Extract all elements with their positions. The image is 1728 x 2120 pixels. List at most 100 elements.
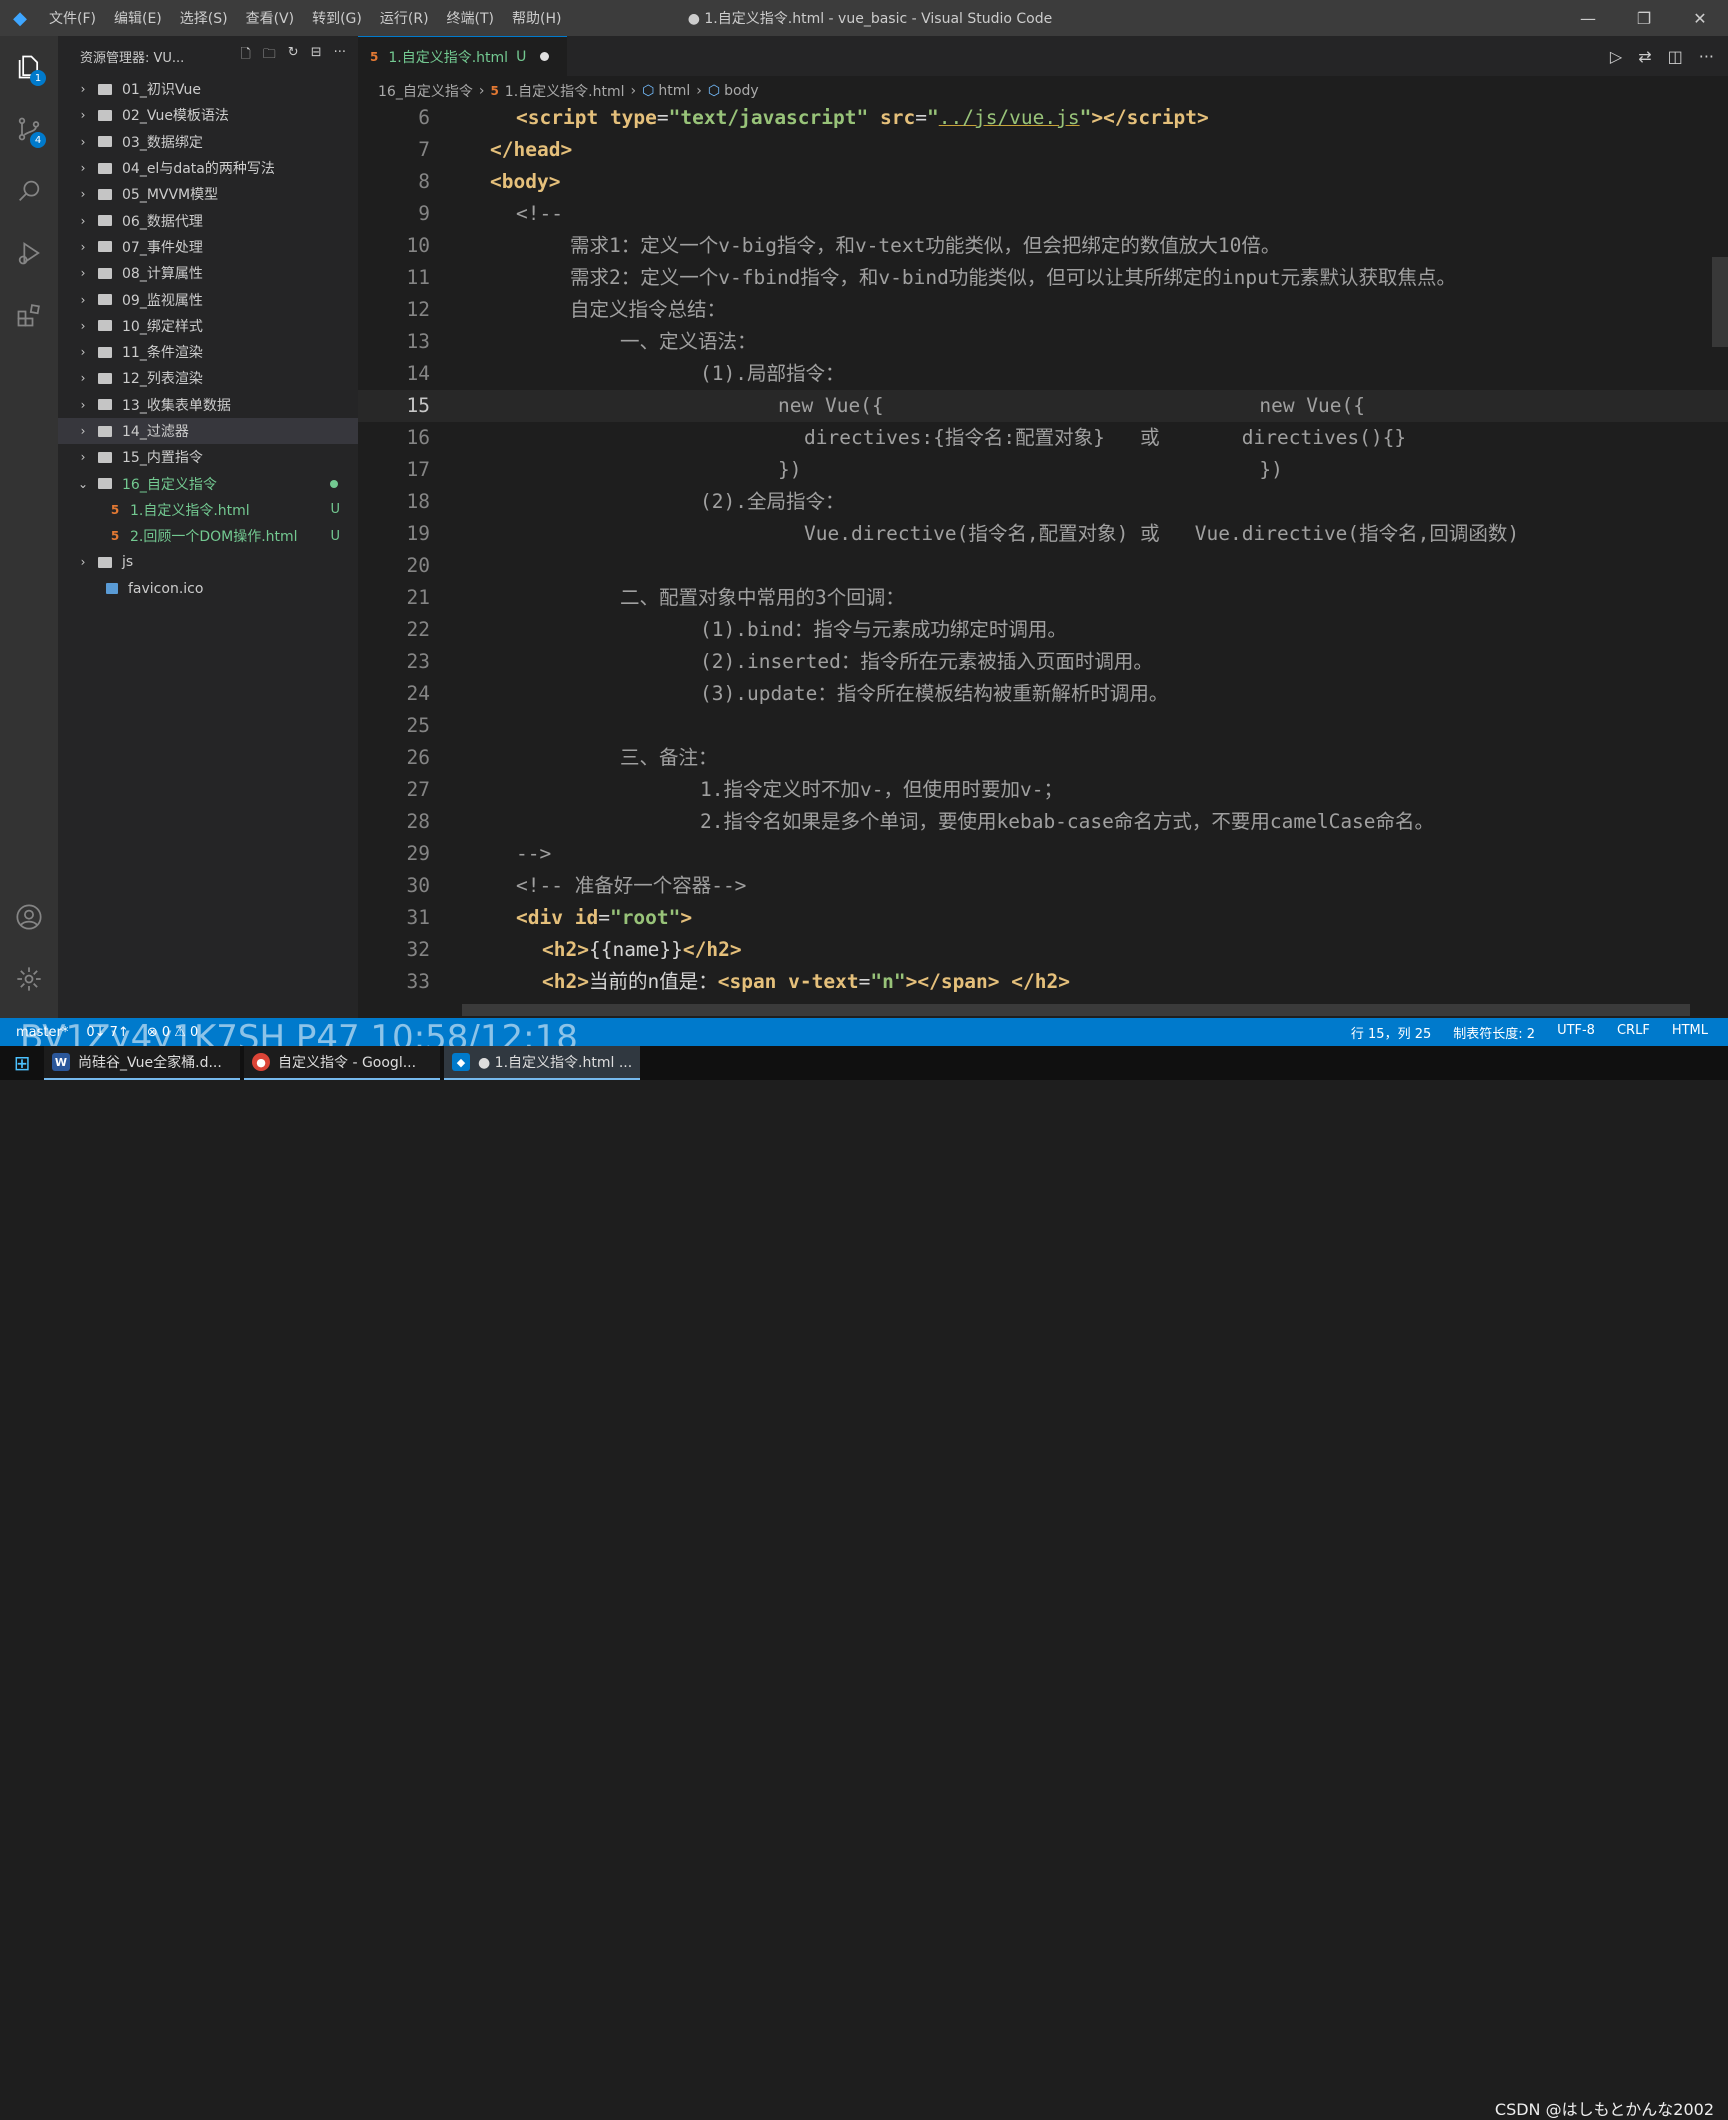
chevron-right-icon: › [80,82,86,97]
breadcrumb-html[interactable]: html [658,83,690,99]
vertical-scrollbar[interactable] [1712,257,1728,347]
collapse-all-icon[interactable]: ⊟ [311,45,322,67]
breadcrumb-body[interactable]: body [724,83,759,99]
tree-folder[interactable]: › 09_监视属性 [58,286,358,312]
line-ending[interactable]: CRLF [1617,1023,1650,1042]
chevron-right-icon: › [80,450,86,465]
menu-go[interactable]: 转到(G) [303,8,371,28]
tree-folder[interactable]: › 15_内置指令 [58,444,358,470]
cursor-position[interactable]: 行 15，列 25 [1351,1023,1431,1042]
chevron-right-icon: › [80,292,86,307]
code-line: 19 Vue.directive(指令名,配置对象) 或 Vue.directiv… [406,522,1520,545]
unsaved-dot-icon[interactable] [540,52,550,61]
refresh-icon[interactable]: ↻ [288,45,299,67]
breadcrumb-folder[interactable]: 16_自定义指令 [378,81,473,101]
tree-folder[interactable]: › 04_el与data的两种写法 [58,155,358,181]
folder-icon [98,188,112,200]
menu-view[interactable]: 查看(V) [237,8,304,28]
tree-folder[interactable]: › 03_数据绑定 [58,129,358,155]
tree-folder[interactable]: › 08_计算属性 [58,260,358,286]
tree-folder[interactable]: › 11_条件渲染 [58,339,358,365]
run-debug-icon[interactable] [0,222,58,284]
taskbar-chrome[interactable]: ● 自定义指令 - Googl... [244,1046,440,1080]
run-icon[interactable]: ▷ [1610,47,1622,66]
window-title: ● 1.自定义指令.html - vue_basic - Visual Stud… [687,11,1053,27]
word-icon: W [52,1053,70,1071]
chevron-right-icon: › [696,83,702,99]
editor-actions: ▷ ⇄ ◫ ··· [1610,36,1714,76]
tree-folder[interactable]: › 12_列表渲染 [58,365,358,391]
more-actions-icon[interactable]: ··· [334,45,346,67]
menu-terminal[interactable]: 终端(T) [438,8,503,28]
tree-folder[interactable]: › js [58,549,358,575]
title-bar: ◆ 文件(F) 编辑(E) 选择(S) 查看(V) 转到(G) 运行(R) 终端… [0,0,1728,36]
tree-folder[interactable]: › 02_Vue模板语法 [58,102,358,128]
tree-file[interactable]: favicon.ico [58,576,358,602]
tree-folder[interactable]: › 07_事件处理 [58,234,358,260]
explorer-badge: 1 [30,70,46,86]
tree-folder[interactable]: › 13_收集表单数据 [58,392,358,418]
tree-folder[interactable]: › 14_过滤器 [58,417,358,445]
tree-folder[interactable]: › 06_数据代理 [58,207,358,233]
folder-icon [98,136,112,148]
extensions-icon[interactable] [0,284,58,346]
tab-git-status: U [516,48,527,65]
menu-file[interactable]: 文件(F) [40,8,105,28]
encoding[interactable]: UTF-8 [1557,1023,1595,1042]
code-line: 30 <!-- 准备好一个容器--> [406,874,747,897]
chevron-down-icon: ⌄ [77,476,89,491]
folder-icon [98,83,112,95]
code-line: 14 (1).局部指令： [406,362,845,385]
code-line: 17}) }) [406,458,1283,481]
chevron-right-icon: › [80,397,86,412]
code-line: 25 [406,714,430,737]
tree-folder-expanded[interactable]: ⌄ 16_自定义指令 [58,470,358,496]
git-status-badge: U [330,502,340,518]
tree-folder[interactable]: › 10_绑定样式 [58,313,358,339]
source-control-icon[interactable]: 4 [0,98,58,160]
new-folder-icon[interactable]: 🗀 [263,45,276,67]
tree-file[interactable]: 5 1.自定义指令.html U [58,497,358,523]
menu-run[interactable]: 运行(R) [371,8,438,28]
tab-size[interactable]: 制表符长度: 2 [1453,1023,1535,1042]
search-icon[interactable] [0,160,58,222]
source-control-badge: 4 [30,132,46,148]
activity-bar: 1 4 [0,36,58,1046]
explorer-header: 资源管理器: VU... 🗋 🗀 ↻ ⊟ ··· [58,36,358,76]
vscode-logo-icon: ◆ [13,7,27,29]
split-editor-icon[interactable]: ◫ [1668,47,1683,66]
menu-selection[interactable]: 选择(S) [171,8,237,28]
account-icon[interactable] [0,886,58,948]
tree-file[interactable]: 5 2.回顾一个DOM操作.html U [58,523,358,549]
breadcrumb-file[interactable]: 1.自定义指令.html [505,81,625,101]
git-status-badge: U [330,528,340,544]
tree-folder[interactable]: › 05_MVVM模型 [58,181,358,207]
explorer-icon[interactable]: 1 [0,36,58,98]
more-icon[interactable]: ··· [1699,47,1714,66]
html5-file-icon: 5 [370,49,379,64]
chevron-right-icon: › [80,108,86,123]
folder-icon [98,346,112,358]
restore-button[interactable]: ❐ [1616,0,1672,36]
settings-gear-icon[interactable] [0,948,58,1010]
menu-edit[interactable]: 编辑(E) [105,8,171,28]
tab-active-file[interactable]: 5 1.自定义指令.html U [358,36,568,76]
menu-help[interactable]: 帮助(H) [503,8,570,28]
horizontal-scrollbar[interactable] [462,1004,1690,1016]
code-editor[interactable]: 6 <script type="text/javascript" src="../… [358,102,1728,1012]
taskbar-word[interactable]: W 尚硅谷_Vue全家桶.d... [44,1046,240,1080]
code-line: 29 --> [406,842,552,865]
language-mode[interactable]: HTML [1672,1023,1708,1042]
close-window-button[interactable]: ✕ [1672,0,1728,36]
chevron-right-icon: › [80,318,86,333]
windows-start-icon[interactable]: ⊞ [0,1051,44,1075]
code-line-current: 15 new Vue({ new Vue({ [358,390,1728,422]
minimize-button[interactable]: — [1560,0,1616,36]
code-line: 12 自定义指令总结： [406,298,727,321]
taskbar-vscode[interactable]: ◆ ● 1.自定义指令.html ... [444,1046,640,1080]
new-file-icon[interactable]: 🗋 [240,45,250,67]
tree-folder[interactable]: › 01_初识Vue [58,76,358,102]
code-line: 33 <h2>当前的n值是：<span v-text="n"></span> </… [406,970,1070,993]
compare-icon[interactable]: ⇄ [1638,47,1651,66]
html5-file-icon: 5 [110,502,120,517]
